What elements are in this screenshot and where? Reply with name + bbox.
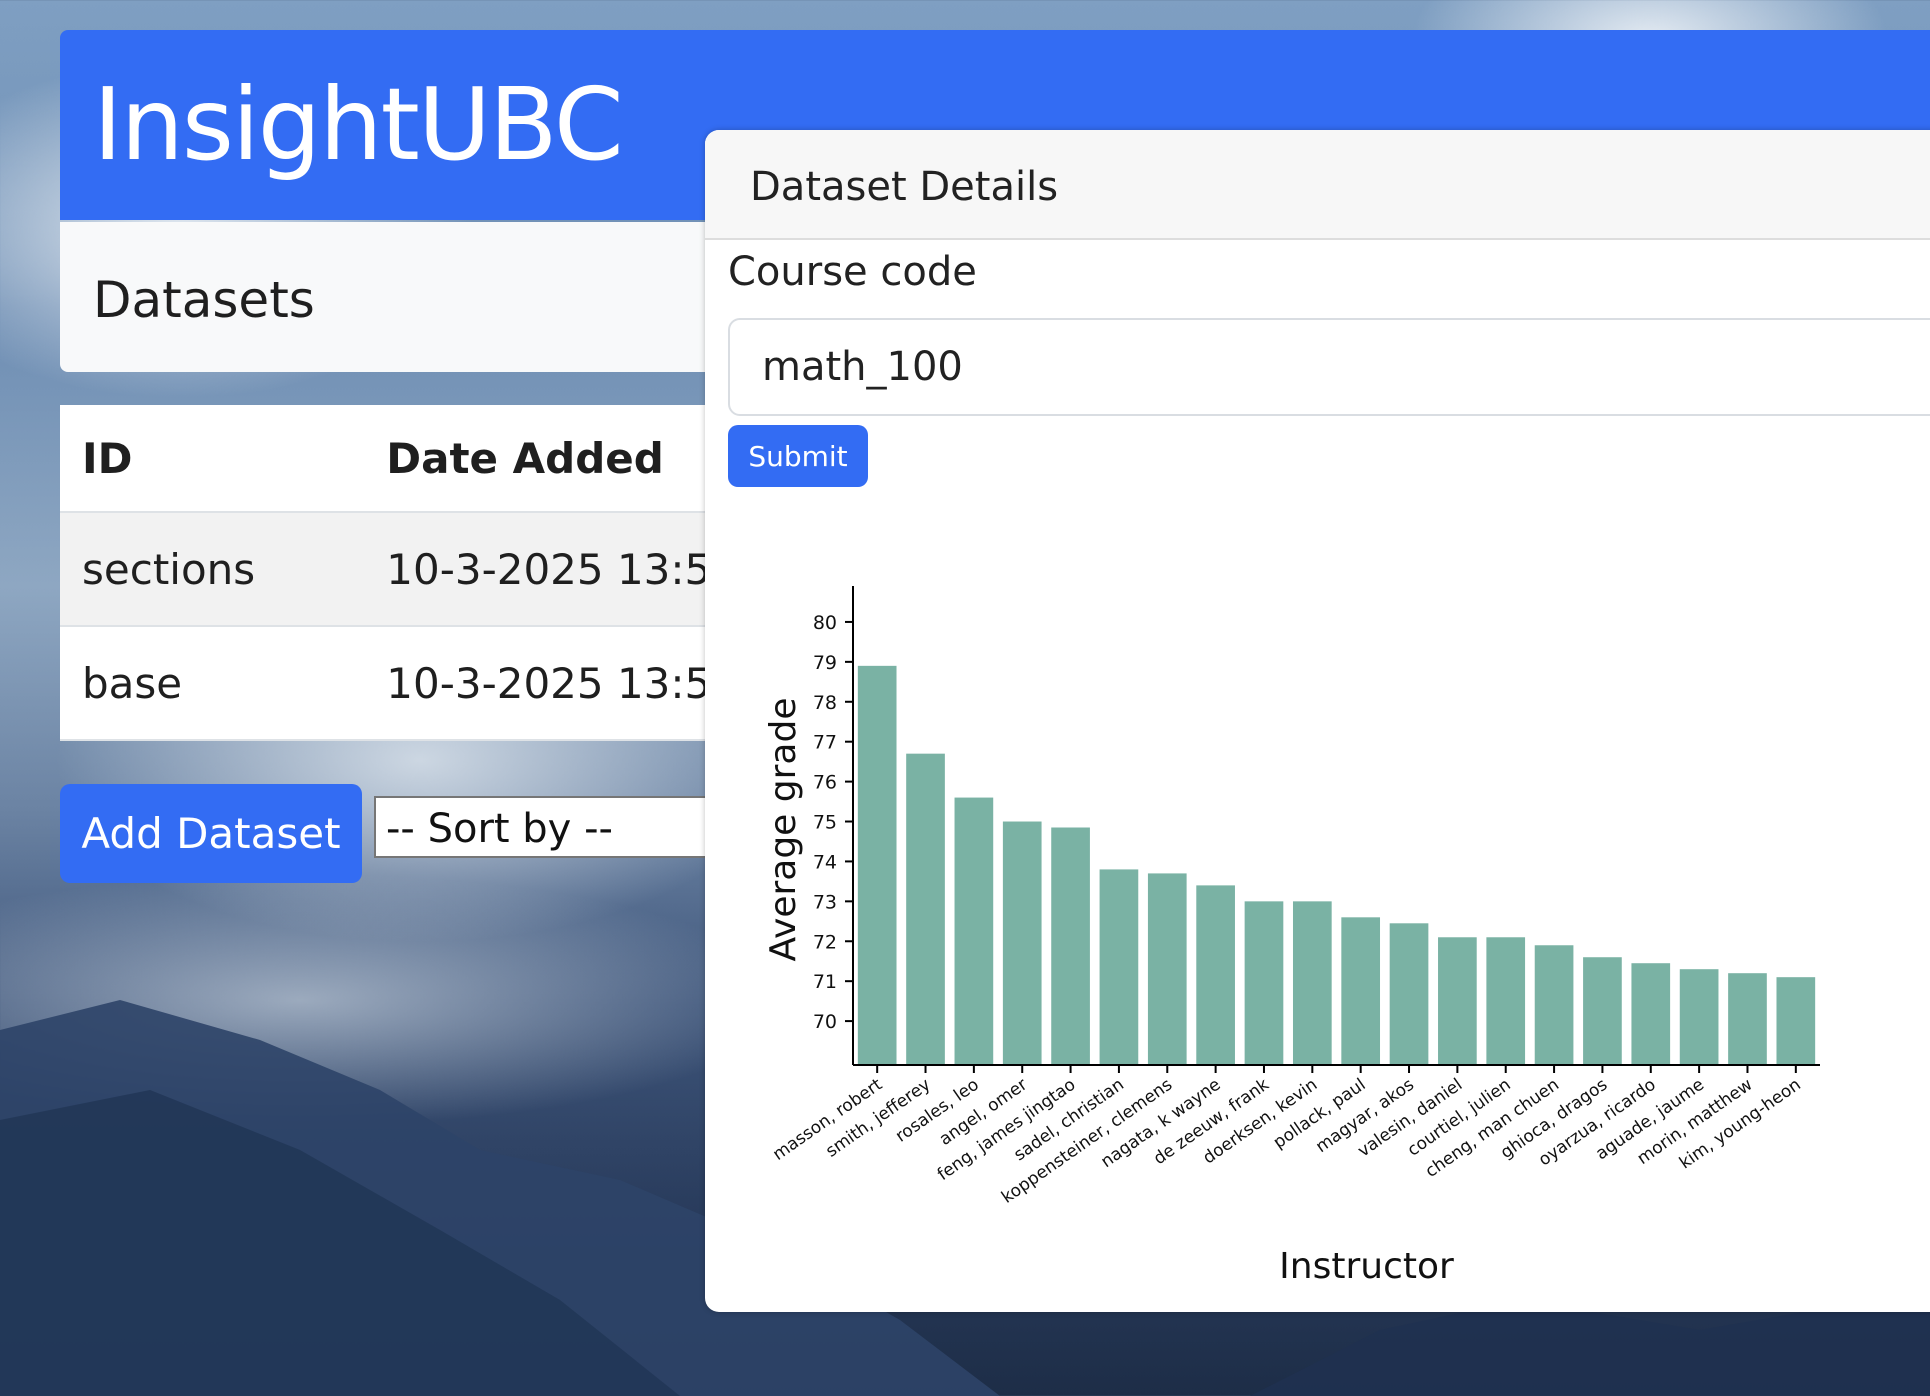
table-row[interactable]: sections 10-3-2025 13:51 (60, 512, 760, 627)
bar (1196, 885, 1235, 1065)
bar (1679, 969, 1719, 1065)
dataset-id-cell: base (60, 626, 365, 741)
bar (1438, 937, 1477, 1065)
bar (906, 753, 945, 1065)
y-tick-label: 80 (813, 612, 837, 634)
y-tick-label: 79 (813, 652, 837, 674)
bar (857, 665, 897, 1065)
bar (1002, 821, 1042, 1065)
datasets-table: ID Date Added sections 10-3-2025 13:51 b… (60, 405, 760, 741)
bar (1776, 977, 1816, 1065)
y-tick-label: 77 (813, 732, 837, 754)
average-grade-chart: 7071727374757677787980 masson, robertsmi… (763, 586, 1820, 1287)
bar (1728, 973, 1767, 1065)
y-tick-label: 73 (813, 891, 837, 913)
y-tick-label: 72 (813, 931, 837, 953)
y-tick-label: 70 (813, 1011, 837, 1033)
add-dataset-button[interactable]: Add Dataset (60, 784, 362, 883)
dataset-id-cell: sections (60, 512, 365, 627)
bar (1534, 945, 1574, 1065)
y-tick-label: 75 (813, 812, 837, 834)
bar (954, 797, 994, 1065)
dataset-date-cell: 10-3-2025 13:51 (364, 626, 760, 741)
bar (1389, 923, 1429, 1065)
datasets-heading: Datasets (93, 271, 315, 329)
app-title: InsightUBC (93, 66, 624, 183)
column-header-id: ID (60, 405, 365, 513)
bar (1147, 873, 1187, 1065)
y-tick-label: 78 (813, 692, 837, 714)
bar (1583, 957, 1622, 1065)
bar (1486, 937, 1526, 1065)
column-header-date-added: Date Added (364, 405, 760, 513)
y-tick-label: 74 (813, 851, 837, 873)
bar (1341, 917, 1381, 1065)
bar (1292, 901, 1332, 1065)
y-axis-label: Average grade (763, 698, 804, 962)
bar (1099, 869, 1139, 1065)
y-tick-label: 76 (813, 772, 837, 794)
y-tick-label: 71 (813, 971, 837, 993)
table-row[interactable]: base 10-3-2025 13:51 (60, 626, 760, 741)
bar (1631, 963, 1671, 1065)
x-axis-label: Instructor (1279, 1246, 1454, 1287)
table-header-row: ID Date Added (60, 405, 760, 513)
bar (1051, 827, 1090, 1065)
bar (1244, 901, 1284, 1065)
dataset-date-cell: 10-3-2025 13:51 (364, 512, 760, 627)
dataset-details-modal: Dataset Details Course code Submit 70717… (705, 130, 1930, 1312)
